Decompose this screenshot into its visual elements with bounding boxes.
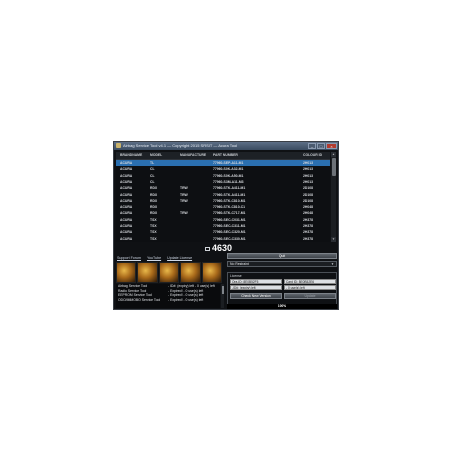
left-panel: 4630 Support Forum YouTube Update Licens… xyxy=(116,243,232,309)
video-thumbnail[interactable] xyxy=(201,262,223,283)
column-manufacture[interactable]: MANUFACTURE xyxy=(180,152,206,159)
tool-status: - Expired! - 0 use(s) left xyxy=(168,297,204,302)
app-icon xyxy=(116,143,121,148)
table-scrollbar[interactable]: ▲ ▼ xyxy=(331,152,336,242)
close-icon[interactable]: × xyxy=(326,143,337,149)
video-thumbnail[interactable] xyxy=(137,262,158,283)
video-thumbnail[interactable] xyxy=(116,262,137,283)
scroll-thumb[interactable] xyxy=(221,286,224,294)
window-title: Airbag Service Tool v4.1 — Copyright 201… xyxy=(123,143,238,148)
card-id-field[interactable]: Card ID: 8E0B52E6 xyxy=(284,279,336,284)
app-window: Airbag Service Tool v4.1 — Copyright 201… xyxy=(113,141,339,310)
update-button[interactable]: Update xyxy=(284,293,336,299)
column-colour-id[interactable]: COLOUR ID xyxy=(303,152,322,159)
progress-status: 100% xyxy=(227,304,337,309)
uses-field[interactable]: - 0 use(s) left xyxy=(284,285,336,290)
title-bar[interactable]: Airbag Service Tool v4.1 — Copyright 201… xyxy=(114,142,338,150)
tool-list: Airbag Service Tool - ID#: (expiry) left… xyxy=(116,284,220,308)
select-value: No Restraint xyxy=(230,262,249,266)
video-thumbnail[interactable] xyxy=(158,262,180,283)
counter-icon xyxy=(205,247,210,251)
check-new-version-button[interactable]: Check New Version xyxy=(230,293,282,299)
parts-table: BRANDNAME MODEL MANUFACTURE PART NUMBER … xyxy=(116,152,330,242)
video-thumbnails xyxy=(116,262,223,283)
cell-colour-id: 2H378 xyxy=(303,236,313,241)
tool-list-scrollbar[interactable] xyxy=(221,284,224,308)
column-part-number[interactable]: PART NUMBER xyxy=(213,152,238,159)
tool-name: ODO/IMMOBO Service Tool xyxy=(118,297,161,302)
restraint-select[interactable]: No Restraint ▼ xyxy=(227,261,337,267)
column-model[interactable]: MODEL xyxy=(150,152,162,159)
cell-model: TSX xyxy=(150,236,157,241)
table-header: BRANDNAME MODEL MANUFACTURE PART NUMBER … xyxy=(116,152,330,160)
scroll-up-icon[interactable]: ▲ xyxy=(331,152,336,157)
minimize-icon[interactable]: – xyxy=(308,143,316,149)
column-brandname[interactable]: BRANDNAME xyxy=(120,152,142,159)
support-forum-link[interactable]: Support Forum xyxy=(117,256,141,261)
quit-button[interactable]: Quit xyxy=(227,253,337,259)
youtube-link[interactable]: YouTube xyxy=(147,256,161,261)
table-row[interactable]: ACURA TSX 77960-SEC-C330-M1 2H378 xyxy=(116,236,330,242)
scroll-down-icon[interactable]: ▼ xyxy=(331,237,336,242)
right-panel: Quit No Restraint ▼ License Ora-ID: 8E0B… xyxy=(227,253,337,309)
scroll-thumb[interactable] xyxy=(331,158,336,176)
expiry-field[interactable]: -ID#: (expiry) left xyxy=(230,285,282,290)
license-group: License Ora-ID: 8E0B52F5 Card ID: 8E0B52… xyxy=(227,272,337,305)
cell-part-number: 77960-SEC-C330-M1 xyxy=(213,236,246,241)
cell-brandname: ACURA xyxy=(120,236,133,241)
chevron-down-icon: ▼ xyxy=(331,262,334,266)
list-item[interactable]: ODO/IMMOBO Service Tool - Expired! - 0 u… xyxy=(116,298,220,303)
update-license-link[interactable]: Update License xyxy=(167,256,192,261)
group-label: License xyxy=(230,274,242,278)
ora-id-field[interactable]: Ora-ID: 8E0B52F5 xyxy=(230,279,282,284)
maximize-icon[interactable]: □ xyxy=(317,143,325,149)
video-thumbnail[interactable] xyxy=(180,262,201,283)
